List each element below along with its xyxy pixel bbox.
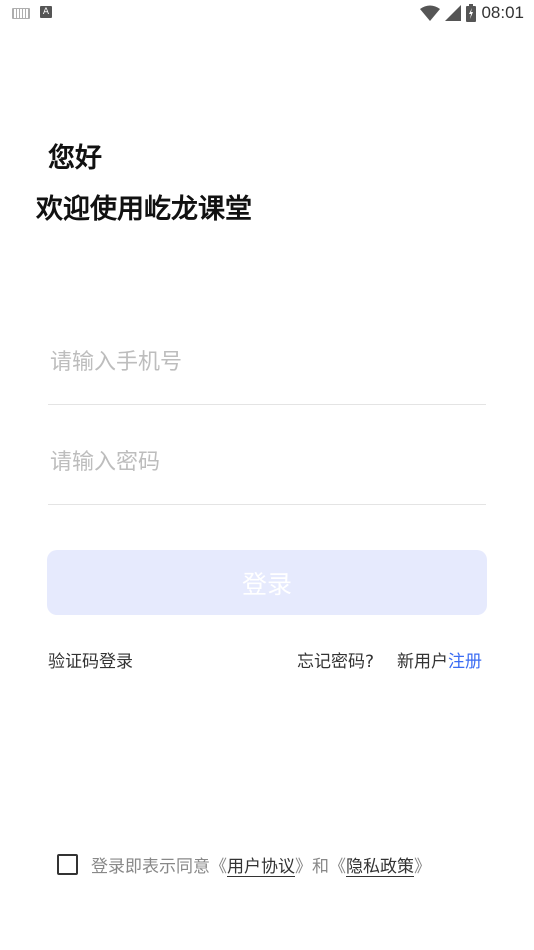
agreement-row: 登录即表示同意 《 用户协议 》 和 《 隐私政策 》	[57, 852, 431, 877]
agree-checkbox[interactable]	[57, 854, 78, 875]
status-left: A	[12, 6, 52, 19]
privacy-policy-link[interactable]: 隐私政策	[346, 852, 414, 877]
a-letter-icon: A	[40, 6, 52, 18]
bracket-close-1: 》	[295, 857, 312, 877]
password-field	[48, 450, 488, 505]
new-user-register: 新用户注册	[397, 647, 482, 672]
forgot-password-link[interactable]: 忘记密码?	[297, 647, 374, 672]
new-user-label: 新用户	[397, 652, 448, 672]
bracket-open-1: 《	[210, 857, 227, 877]
battery-icon	[466, 4, 477, 22]
wifi-icon	[420, 5, 441, 21]
agreement-and: 和	[312, 857, 329, 877]
phone-field	[48, 350, 488, 405]
code-login-link[interactable]: 验证码登录	[48, 647, 133, 672]
phone-input[interactable]	[48, 350, 488, 375]
welcome-title: 欢迎使用屹龙课堂	[36, 194, 252, 225]
bracket-close-2: 》	[414, 857, 431, 877]
signal-icon	[445, 5, 462, 21]
keyboard-icon	[12, 7, 30, 19]
login-button[interactable]: 登录	[47, 550, 487, 615]
status-bar: A 08:01	[0, 0, 534, 28]
user-agreement-link[interactable]: 用户协议	[227, 852, 295, 877]
status-time: 08:01	[481, 3, 524, 22]
greeting-title: 您好	[48, 143, 102, 174]
status-right: 08:01	[420, 3, 524, 23]
agreement-prefix: 登录即表示同意	[91, 857, 210, 877]
register-link[interactable]: 注册	[448, 652, 482, 672]
password-input[interactable]	[48, 450, 488, 475]
bracket-open-2: 《	[329, 857, 346, 877]
